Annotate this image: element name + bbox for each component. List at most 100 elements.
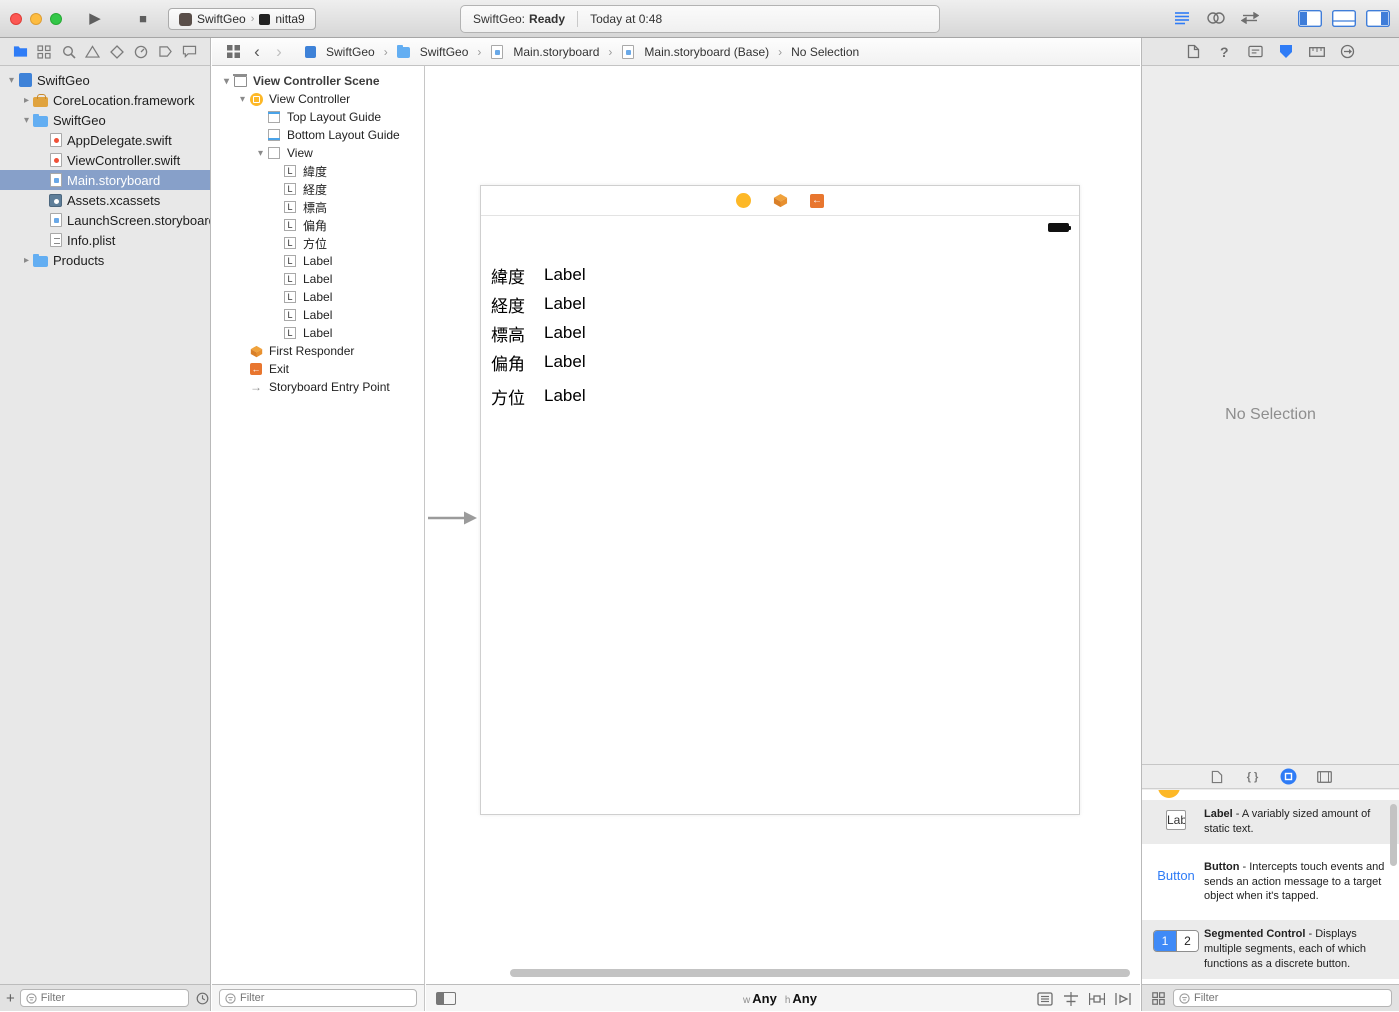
outline-row-label-altitude[interactable]: L 標高 <box>212 198 424 216</box>
library-item-label[interactable]: Label Label - A variably sized amount of… <box>1142 800 1399 844</box>
stop-button[interactable]: ■ <box>128 8 158 30</box>
attributes-inspector-tab[interactable] <box>1276 42 1296 62</box>
object-library-tab[interactable] <box>1280 768 1298 786</box>
disclosure-triangle[interactable]: ▾ <box>236 94 249 105</box>
breadcrumb-file[interactable]: Main.storyboard <box>490 45 599 59</box>
view-controller-icon[interactable] <box>736 193 751 208</box>
issue-navigator-tab[interactable] <box>83 42 103 62</box>
library-item-partial[interactable] <box>1142 790 1399 800</box>
add-button[interactable]: + <box>6 990 15 1007</box>
disclosure-triangle[interactable]: ▸ <box>20 95 33 106</box>
run-button[interactable]: ▶ <box>80 8 110 30</box>
navigator-row-infoplist[interactable]: Info.plist <box>0 230 210 250</box>
outline-row-top-layout-guide[interactable]: Top Layout Guide <box>212 108 424 126</box>
assistant-editor-button[interactable] <box>1203 7 1229 29</box>
scheme-selector[interactable]: SwiftGeo › nitta9 <box>168 8 316 30</box>
align-button[interactable] <box>1062 990 1080 1008</box>
related-items-icon[interactable] <box>220 41 246 63</box>
outline-row-exit[interactable]: ← Exit <box>212 360 424 378</box>
outline-row-label[interactable]: L Label <box>212 306 424 324</box>
outline-row-label[interactable]: L Label <box>212 288 424 306</box>
search-navigator-tab[interactable] <box>59 42 79 62</box>
code-snippet-library-tab[interactable]: { } <box>1244 768 1262 786</box>
recent-files-filter-icon[interactable] <box>194 989 212 1007</box>
standard-editor-button[interactable] <box>1169 7 1195 29</box>
file-inspector-tab[interactable] <box>1183 42 1203 62</box>
forward-button[interactable]: › <box>268 39 290 65</box>
library-item-button[interactable]: Button Button - Intercepts touch events … <box>1142 844 1399 921</box>
quick-help-inspector-tab[interactable]: ? <box>1214 42 1234 62</box>
library-view-mode-icon[interactable] <box>1149 989 1167 1007</box>
close-button[interactable] <box>10 13 22 25</box>
disclosure-triangle[interactable]: ▾ <box>254 148 267 159</box>
ui-label[interactable]: 緯度 <box>491 263 544 288</box>
ui-label[interactable]: 標高 <box>491 321 544 346</box>
connections-inspector-tab[interactable] <box>1338 42 1358 62</box>
outline-row-label[interactable]: L Label <box>212 324 424 342</box>
navigator-row-viewcontroller[interactable]: ViewController.swift <box>0 150 210 170</box>
file-template-library-tab[interactable] <box>1208 768 1226 786</box>
horizontal-scrollbar[interactable] <box>510 969 1130 977</box>
library-scrollbar[interactable] <box>1390 804 1397 866</box>
disclosure-triangle[interactable]: ▾ <box>20 115 33 126</box>
disclosure-triangle[interactable]: ▸ <box>20 255 33 266</box>
outline-row-label-direction[interactable]: L 方位 <box>212 234 424 252</box>
breakpoint-navigator-tab[interactable] <box>156 42 176 62</box>
navigator-filter-field[interactable] <box>20 989 189 1007</box>
exit-icon[interactable]: ← <box>810 194 824 208</box>
ui-label[interactable]: Label <box>544 352 586 372</box>
breadcrumb-selection[interactable]: No Selection <box>791 45 859 59</box>
navigator-row-products[interactable]: ▸ Products <box>0 250 210 270</box>
breadcrumb-group[interactable]: SwiftGeo <box>397 45 469 59</box>
size-inspector-tab[interactable] <box>1307 42 1327 62</box>
outline-row-scene[interactable]: ▾ View Controller Scene <box>212 72 424 90</box>
test-navigator-tab[interactable] <box>107 42 127 62</box>
outline-row-label[interactable]: L Label <box>212 252 424 270</box>
media-library-tab[interactable] <box>1316 768 1334 786</box>
navigator-row-group[interactable]: ▾ SwiftGeo <box>0 110 210 130</box>
navigator-filter-input[interactable] <box>41 992 183 1004</box>
ui-label[interactable]: Label <box>544 386 586 406</box>
entry-point-arrow[interactable] <box>426 510 478 526</box>
minimize-button[interactable] <box>30 13 42 25</box>
library-item-segmented-control[interactable]: 1 2 Segmented Control - Displays multipl… <box>1142 920 1399 979</box>
zoom-button[interactable] <box>50 13 62 25</box>
back-button[interactable]: ‹ <box>246 39 268 65</box>
first-responder-icon[interactable] <box>773 193 788 208</box>
toggle-inspector-button[interactable] <box>1365 7 1391 29</box>
outline-row-label[interactable]: L Label <box>212 270 424 288</box>
symbol-navigator-tab[interactable] <box>34 42 54 62</box>
toggle-navigator-button[interactable] <box>1297 7 1323 29</box>
project-navigator-tab[interactable] <box>10 42 30 62</box>
ui-label[interactable]: Label <box>544 265 586 285</box>
report-navigator-tab[interactable] <box>180 42 200 62</box>
outline-row-label-longitude[interactable]: L 経度 <box>212 180 424 198</box>
disclosure-triangle[interactable]: ▾ <box>5 75 18 86</box>
navigator-row-launchscreen[interactable]: LaunchScreen.storyboard <box>0 210 210 230</box>
outline-row-label-latitude[interactable]: L 緯度 <box>212 162 424 180</box>
embed-in-stack-button[interactable] <box>1036 990 1054 1008</box>
ui-label[interactable]: Label <box>544 294 586 314</box>
document-outline-toggle[interactable] <box>436 992 456 1005</box>
ui-label[interactable]: 経度 <box>491 292 544 317</box>
outline-row-view[interactable]: ▾ View <box>212 144 424 162</box>
toggle-debug-area-button[interactable] <box>1331 7 1357 29</box>
identity-inspector-tab[interactable] <box>1245 42 1265 62</box>
ui-label[interactable]: 方位 <box>491 384 544 409</box>
debug-navigator-tab[interactable] <box>131 42 151 62</box>
breadcrumb-localization[interactable]: Main.storyboard (Base) <box>621 45 769 59</box>
disclosure-triangle[interactable]: ▾ <box>220 76 233 87</box>
outline-row-bottom-layout-guide[interactable]: Bottom Layout Guide <box>212 126 424 144</box>
ui-label[interactable]: Label <box>544 323 586 343</box>
version-editor-button[interactable] <box>1237 7 1263 29</box>
navigator-row-project[interactable]: ▾ SwiftGeo <box>0 70 210 90</box>
ui-label[interactable]: 偏角 <box>491 350 544 375</box>
navigator-row-main-storyboard[interactable]: Main.storyboard <box>0 170 210 190</box>
view-controller-scene[interactable]: ← 緯度 Label 経度 Label 標高 Label 偏角 Label 方位… <box>480 185 1080 815</box>
navigator-row-assets[interactable]: Assets.xcassets <box>0 190 210 210</box>
outline-row-label-declination[interactable]: L 偏角 <box>212 216 424 234</box>
size-class-control[interactable]: w Any h Any <box>743 991 823 1006</box>
breadcrumb-project[interactable]: SwiftGeo <box>304 45 375 59</box>
outline-filter-input[interactable] <box>240 992 411 1004</box>
navigator-row-framework[interactable]: ▸ CoreLocation.framework <box>0 90 210 110</box>
